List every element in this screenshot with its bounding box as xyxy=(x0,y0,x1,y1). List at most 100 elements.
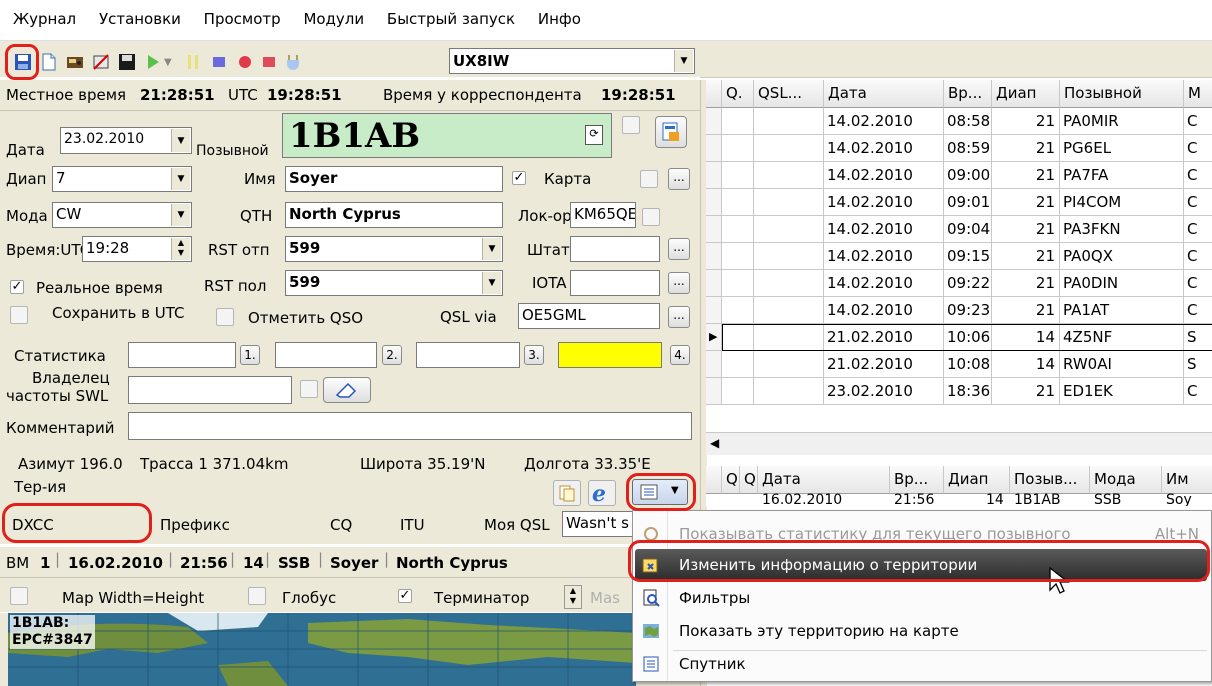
callsign-input[interactable]: 1B1AB ⟳ xyxy=(282,113,612,158)
col-time[interactable]: Вр... xyxy=(890,466,944,494)
menu-view[interactable]: Просмотр xyxy=(204,10,281,28)
col-callsign[interactable]: Позывной xyxy=(1060,80,1184,108)
floppy-icon[interactable] xyxy=(118,53,136,71)
copy-icon[interactable] xyxy=(553,480,581,506)
table-row[interactable]: 14.02.2010 09:00 21 PA7FA C xyxy=(706,162,1212,189)
col-time[interactable]: Вр... xyxy=(944,80,992,108)
owner-checkbox[interactable] xyxy=(300,380,318,398)
map-checkbox[interactable]: ✓ xyxy=(512,171,526,185)
play-dropdown-icon[interactable]: ▼ xyxy=(164,57,172,68)
table-row[interactable]: 14.02.2010 09:04 21 PA3FKN C xyxy=(706,216,1212,243)
table-row[interactable]: 14.02.2010 09:22 21 PA0DIN C xyxy=(706,270,1212,297)
spin-buttons-icon[interactable]: ▲ ▼ xyxy=(171,238,190,260)
qslvia-input[interactable]: OE5GML xyxy=(518,303,660,329)
menu-modules[interactable]: Модули xyxy=(303,10,364,28)
menu-journal[interactable]: Журнал xyxy=(13,10,76,28)
mode-select[interactable]: CW ▼ xyxy=(52,202,192,228)
menu-item-satellite[interactable]: Спутник xyxy=(633,648,1211,681)
menu-info[interactable]: Инфо xyxy=(538,10,581,28)
iota-more-button[interactable]: ... xyxy=(668,272,690,294)
stats-button-4[interactable]: 4. xyxy=(670,345,690,365)
record-icon[interactable] xyxy=(236,53,254,71)
callsign-checkbox[interactable] xyxy=(622,116,640,134)
state-more-button[interactable]: ... xyxy=(668,238,690,260)
save-utc-checkbox[interactable] xyxy=(10,306,28,324)
menu-settings[interactable]: Установки xyxy=(99,10,181,28)
col-q[interactable]: Q. xyxy=(722,80,754,108)
qslvia-more-button[interactable]: ... xyxy=(668,306,690,328)
radio-icon[interactable] xyxy=(66,53,84,71)
map-extra-checkbox[interactable] xyxy=(640,170,658,188)
chevron-down-icon[interactable]: ▼ xyxy=(482,238,501,260)
pause-icon[interactable] xyxy=(184,53,202,71)
table-row[interactable]: 14.02.2010 08:59 21 PG6EL C xyxy=(706,135,1212,162)
chevron-down-icon[interactable]: ▼ xyxy=(171,129,190,152)
rst-sent-select[interactable]: 599 ▼ xyxy=(285,236,503,262)
col-qsl[interactable]: QSL... xyxy=(754,80,824,108)
owner-input[interactable] xyxy=(128,376,292,404)
internet-explorer-icon[interactable]: e xyxy=(588,480,616,507)
time-spinner[interactable]: 19:28 ▲ ▼ xyxy=(82,236,192,262)
stats-button-3[interactable]: 3. xyxy=(524,345,544,365)
stop-icon[interactable] xyxy=(210,53,228,71)
name-input[interactable]: Soyer xyxy=(285,166,503,192)
col-date[interactable]: Дата xyxy=(824,80,944,108)
mark-qso-checkbox[interactable] xyxy=(216,308,234,326)
callsign-lookup-button[interactable] xyxy=(655,116,687,148)
chevron-down-icon[interactable]: ▼ xyxy=(171,168,190,190)
col-q2[interactable]: Q xyxy=(740,466,758,494)
menu-item-show-on-map[interactable]: Показать эту территорию на карте xyxy=(633,615,1211,648)
locator-input[interactable]: KM65QE xyxy=(570,202,636,228)
table-row[interactable]: 23.02.2010 18:36 21 ED1EK C xyxy=(706,378,1212,405)
globe-checkbox[interactable] xyxy=(248,587,266,605)
log-hscrollbar[interactable]: ◀ xyxy=(706,432,1212,455)
chevron-down-icon[interactable]: ▼ xyxy=(674,50,693,72)
map-more-button[interactable]: ... xyxy=(668,168,690,190)
play-icon[interactable] xyxy=(144,53,162,71)
scroll-left-icon[interactable]: ◀ xyxy=(710,436,719,450)
terminator-spinner-icon[interactable]: ▲ ▼ xyxy=(564,585,582,609)
refresh-icon[interactable]: ⟳ xyxy=(585,125,603,145)
table-row[interactable]: 14.02.2010 09:01 21 PI4COM C xyxy=(706,189,1212,216)
col-mode[interactable]: Мода xyxy=(1090,466,1162,494)
table-row[interactable]: ▶ 21.02.2010 10:06 14 4Z5NF S xyxy=(706,324,1212,351)
table-row[interactable]: 14.02.2010 09:15 21 PA0QX C xyxy=(706,243,1212,270)
stats-button-1[interactable]: 1. xyxy=(240,345,260,365)
col-more[interactable]: M xyxy=(1184,80,1212,108)
state-input[interactable] xyxy=(570,236,660,262)
chevron-down-icon[interactable]: ▼ xyxy=(171,204,190,226)
table-cell: 14.02.2010 xyxy=(824,243,944,270)
menu-item-filters[interactable]: Фильтры xyxy=(633,582,1211,615)
locator-checkbox[interactable] xyxy=(642,208,660,226)
plugin-icon[interactable] xyxy=(284,53,302,71)
edit-owner-button[interactable] xyxy=(323,377,371,403)
qth-input[interactable]: North Cyprus xyxy=(285,202,503,228)
col-name[interactable]: Им xyxy=(1162,466,1212,494)
realtime-checkbox[interactable]: ✓ xyxy=(10,280,24,294)
comment-input[interactable] xyxy=(128,412,692,440)
date-field[interactable]: 23.02.2010 ▼ xyxy=(60,127,192,154)
previous-qso-row[interactable]: 16.02.2010 21:56 14 1B1AB SSB Soy xyxy=(706,493,1212,506)
col-band[interactable]: Диап xyxy=(992,80,1060,108)
chevron-down-icon[interactable]: ▼ xyxy=(482,272,501,294)
map-width-height-checkbox[interactable] xyxy=(10,587,28,605)
rst-rcvd-select[interactable]: 599 ▼ xyxy=(285,270,503,296)
iota-input[interactable] xyxy=(570,270,660,296)
table-row[interactable]: 21.02.2010 10:08 14 RW0AI S xyxy=(706,351,1212,378)
col-callsign[interactable]: Позыв... xyxy=(1010,466,1090,494)
new-document-icon[interactable] xyxy=(40,53,58,71)
station-callsign-select[interactable]: UX8IW ▼ xyxy=(449,48,695,74)
terminator-checkbox[interactable]: ✓ xyxy=(398,589,412,603)
menu-quick-launch[interactable]: Быстрый запуск xyxy=(387,10,515,28)
world-map[interactable]: 1B1AB: EPC#3847 xyxy=(8,613,636,686)
table-row[interactable]: 14.02.2010 08:58 21 PA0MIR C xyxy=(706,108,1212,135)
no-qsl-icon[interactable] xyxy=(92,53,110,71)
band-select[interactable]: 7 ▼ xyxy=(52,166,192,192)
table-row[interactable]: 14.02.2010 09:23 21 PA1AT C xyxy=(706,297,1212,324)
col-date[interactable]: Дата xyxy=(758,466,890,494)
my-qsl-select[interactable]: Wasn't s xyxy=(562,511,642,537)
col-q1[interactable]: Q xyxy=(722,466,740,494)
stop-red-icon[interactable] xyxy=(260,53,278,71)
col-band[interactable]: Диап xyxy=(944,466,1010,494)
stats-button-2[interactable]: 2. xyxy=(382,345,402,365)
